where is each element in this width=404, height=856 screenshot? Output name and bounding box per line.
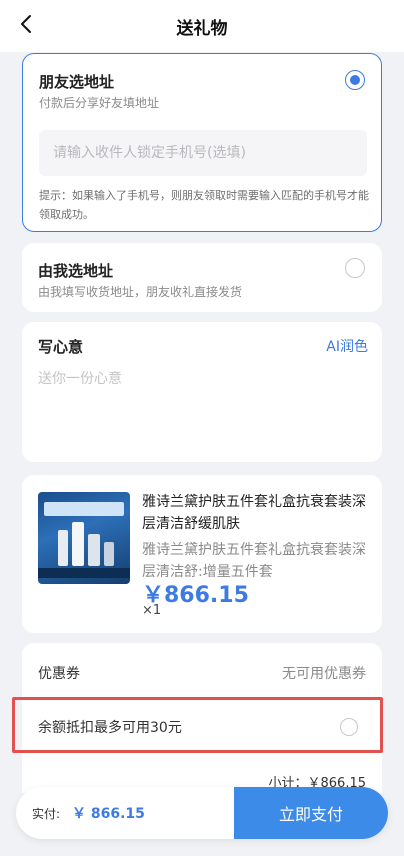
recipient-phone-input[interactable]: [39, 130, 367, 176]
coupon-value[interactable]: 无可用优惠券: [282, 663, 366, 683]
phone-tip-text: 提示：如果输入了手机号，则朋友领取时需要输入匹配的手机号才能领取成功。: [39, 189, 369, 221]
self-option-title: 由我选地址: [38, 262, 114, 280]
product-thumbnail: [38, 492, 130, 584]
self-address-option[interactable]: 由我选地址 由我填写收货地址，朋友收礼直接发货: [22, 243, 382, 312]
coupon-label: 优惠券: [38, 666, 80, 682]
paid-label: 实付:: [32, 807, 61, 821]
chevron-left-icon: [21, 15, 31, 33]
nav-header: 送礼物: [0, 0, 404, 52]
page-title: 送礼物: [176, 18, 228, 39]
friend-option-title: 朋友选地址: [39, 73, 115, 91]
pay-now-button[interactable]: 立即支付: [234, 787, 388, 839]
message-input[interactable]: 送你一份心意: [38, 368, 122, 388]
product-name: 雅诗兰黛护肤五件套礼盒抗衰套装深层清洁舒缓肌肤: [142, 494, 366, 532]
back-button[interactable]: [14, 12, 38, 36]
paid-amount: ￥ 866.15: [72, 806, 145, 822]
friend-address-option[interactable]: 朋友选地址 付款后分享好友填地址 提示：如果输入了手机号，则朋友领取时需要输入匹…: [22, 53, 382, 232]
ai-polish-button[interactable]: AI润色: [326, 336, 368, 356]
checkout-bar: 实付: ￥ 866.15 立即支付: [16, 787, 388, 839]
product-card: 雅诗兰黛护肤五件套礼盒抗衰套装深层清洁舒缓肌肤 雅诗兰黛护肤五件套礼盒抗衰套装深…: [22, 475, 382, 633]
self-option-subtitle: 由我填写收货地址，朋友收礼直接发货: [38, 285, 243, 299]
balance-deduction-checkbox[interactable]: [340, 718, 358, 736]
message-card: 写心意 AI润色 送你一份心意: [22, 322, 382, 462]
product-quantity: ×1: [142, 603, 162, 618]
message-title: 写心意: [38, 338, 84, 356]
payment-options-card: 优惠券 无可用优惠券 余额抵扣最多可用30元: [22, 643, 382, 793]
friend-option-radio[interactable]: [345, 70, 365, 90]
balance-deduction-label: 余额抵扣最多可用30元: [38, 720, 182, 736]
self-option-radio[interactable]: [345, 258, 365, 278]
friend-option-subtitle: 付款后分享好友填地址: [39, 96, 160, 110]
